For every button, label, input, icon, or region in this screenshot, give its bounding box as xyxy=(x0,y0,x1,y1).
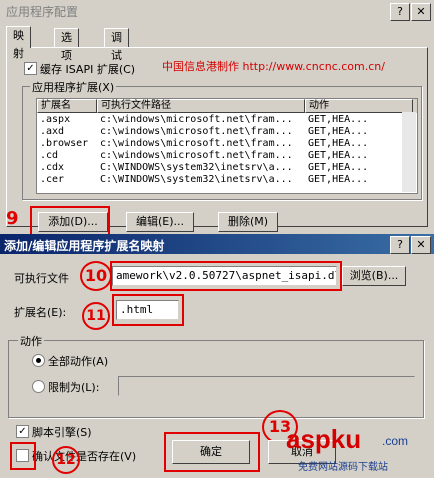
watermark-logo: aspku .com 免费网站源码下载站 xyxy=(280,420,430,478)
callout-box-ext xyxy=(112,294,184,326)
table-row[interactable]: .cer C:\WINDOWS\system32\inetsrv\a... GET,… xyxy=(37,174,417,186)
dialog-help-button[interactable]: ? xyxy=(390,236,410,254)
table-row[interactable]: .browser c:\windows\microsoft.net\fram...… xyxy=(37,138,417,150)
cell-verbs: GET,HEA... xyxy=(308,114,369,125)
cache-isapi-label: 缓存 ISAPI 扩展(C) xyxy=(40,63,136,76)
cache-isapi-checkbox[interactable]: ✓ xyxy=(24,62,37,75)
callout-11: 11 xyxy=(82,302,110,330)
cell-extension: .axd xyxy=(40,126,65,137)
title-bar: 应用程序配置 ? ✕ xyxy=(0,0,434,22)
cell-verbs: GET,HEA... xyxy=(308,162,369,173)
watermark-text: aspku xyxy=(286,424,362,454)
callout-box-verify xyxy=(10,442,36,470)
all-verbs-label: 全部动作(A) xyxy=(48,355,109,368)
cell-exe-path: c:\windows\microsoft.net\fram... xyxy=(100,150,293,161)
dialog-title: 添加/编辑应用程序扩展名映射 xyxy=(4,239,165,253)
verify-file-label: 确认文件是否存在(V) xyxy=(32,450,137,463)
browse-button[interactable]: 浏览(B)... xyxy=(342,266,406,286)
ext-label: 扩展名(E): xyxy=(14,306,67,319)
cell-verbs: GET,HEA... xyxy=(308,138,369,149)
cell-extension: .cer xyxy=(40,174,65,185)
remove-button[interactable]: 删除(M) xyxy=(218,212,278,232)
watermark-suffix: .com xyxy=(382,434,409,448)
help-button[interactable]: ? xyxy=(390,3,410,21)
cell-exe-path: C:\WINDOWS\system32\inetsrv\a... xyxy=(100,174,293,185)
dialog-title-bar: 添加/编辑应用程序扩展名映射 ? ✕ xyxy=(0,234,434,254)
limit-to-input[interactable] xyxy=(118,376,415,396)
callout-box-ok xyxy=(164,432,260,472)
extensions-list[interactable]: 扩展名 可执行文件路径 动作 .aspx c:\windows\microsoft… xyxy=(36,98,418,194)
callout-12: 12 xyxy=(52,446,80,474)
callout-9: 9 xyxy=(6,208,19,229)
tab-mapping[interactable]: 映射 xyxy=(6,26,31,60)
column-verbs[interactable]: 动作 xyxy=(305,99,413,113)
cell-verbs: GET,HEA... xyxy=(308,174,369,185)
cell-exe-path: C:\WINDOWS\system32\inetsrv\a... xyxy=(100,162,293,173)
cell-verbs: GET,HEA... xyxy=(308,126,369,137)
app-extensions-group-label: 应用程序扩展(X) xyxy=(30,79,117,95)
close-button[interactable]: ✕ xyxy=(411,3,431,21)
table-row[interactable]: .cd c:\windows\microsoft.net\fram... GET,H… xyxy=(37,150,417,162)
tab-options[interactable]: 选项 xyxy=(54,28,79,62)
cell-extension: .browser xyxy=(40,138,89,149)
app-config-window: 应用程序配置 ? ✕ 映射 选项 调试 ✓ 缓存 ISAPI 扩展(C) 中国信… xyxy=(0,0,434,236)
table-row[interactable]: .cdx C:\WINDOWS\system32\inetsrv\a... GET,… xyxy=(37,162,417,174)
red-annotation: 中国信息港制作 http://www.cncnc.com.cn/ xyxy=(162,60,385,73)
cell-extension: .cd xyxy=(40,150,59,161)
column-extension[interactable]: 扩展名 xyxy=(37,99,97,113)
edit-button[interactable]: 编辑(E)... xyxy=(126,212,194,232)
callout-box-exe xyxy=(110,261,342,291)
tab-debug[interactable]: 调试 xyxy=(104,28,129,62)
cell-exe-path: c:\windows\microsoft.net\fram... xyxy=(100,114,293,125)
list-header: 扩展名 可执行文件路径 动作 xyxy=(37,99,417,113)
cell-extension: .cdx xyxy=(40,162,65,173)
list-scrollbar[interactable] xyxy=(402,112,416,192)
script-engine-checkbox[interactable]: ✓ xyxy=(16,425,29,438)
table-row[interactable]: .aspx c:\windows\microsoft.net\fram... GET… xyxy=(37,114,417,126)
dialog-close-button[interactable]: ✕ xyxy=(411,236,431,254)
exe-label: 可执行文件 xyxy=(14,272,69,285)
cell-verbs: GET,HEA... xyxy=(308,150,369,161)
window-title: 应用程序配置 xyxy=(6,5,79,19)
limit-to-radio[interactable] xyxy=(32,380,45,393)
limit-to-label: 限制为(L): xyxy=(48,381,100,394)
table-row[interactable]: .axd c:\windows\microsoft.net\fram... GET,… xyxy=(37,126,417,138)
callout-box-add xyxy=(30,206,110,236)
all-verbs-radio[interactable] xyxy=(32,354,45,367)
watermark-subtext: 免费网站源码下载站 xyxy=(298,462,388,473)
cell-extension: .aspx xyxy=(40,114,71,125)
script-engine-label: 脚本引擎(S) xyxy=(32,426,92,439)
verbs-group-label: 动作 xyxy=(18,333,44,349)
column-exe-path[interactable]: 可执行文件路径 xyxy=(97,99,305,113)
cell-exe-path: c:\windows\microsoft.net\fram... xyxy=(100,126,293,137)
callout-10: 10 xyxy=(80,261,112,291)
cell-exe-path: c:\windows\microsoft.net\fram... xyxy=(100,138,293,149)
